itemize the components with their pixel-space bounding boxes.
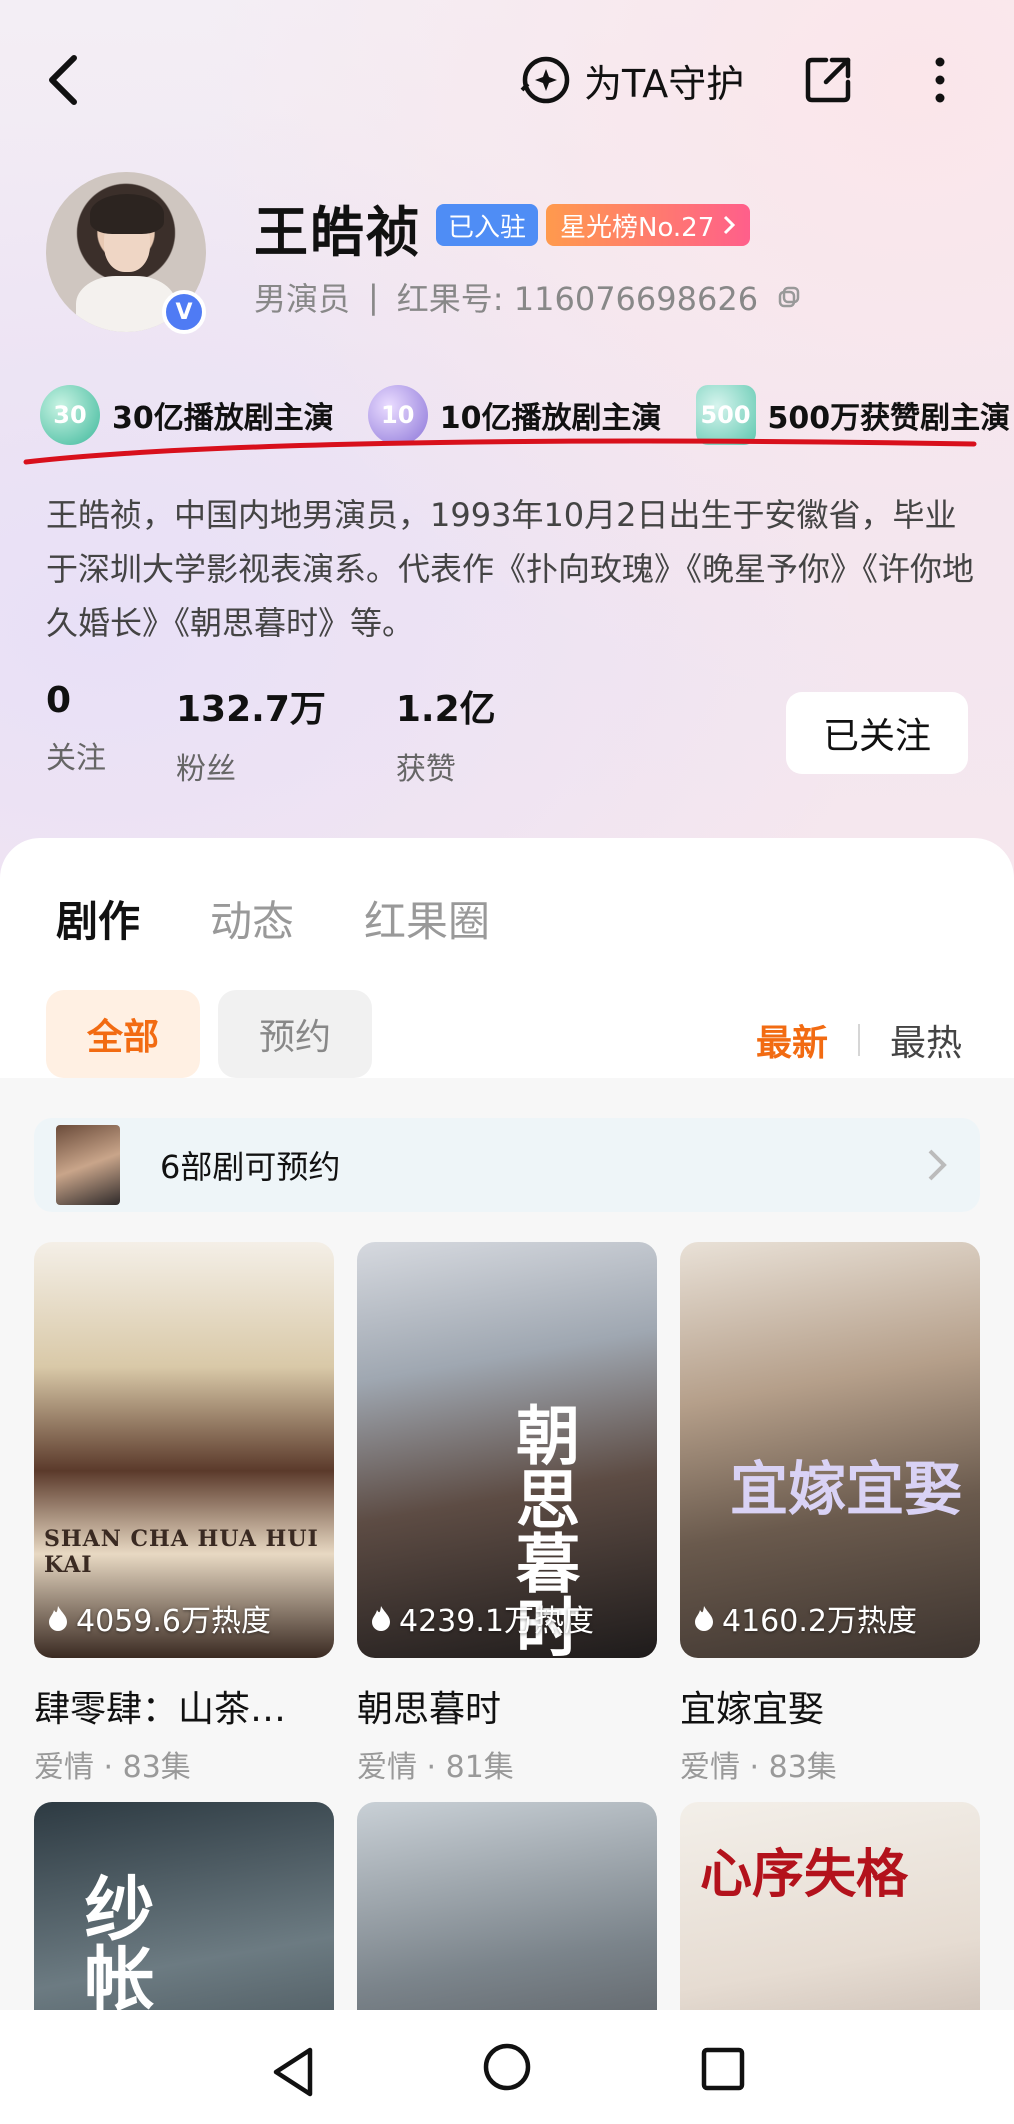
sort-hottest[interactable]: 最热: [890, 1014, 962, 1066]
drama-title[interactable]: 宜嫁宜娶: [680, 1680, 980, 1732]
heat-value: 4239.1万热度: [399, 1604, 594, 1639]
stat-label: 获赞: [395, 752, 456, 787]
drama-poster[interactable]: 朝思暮时 4239.1万热度: [357, 1242, 657, 1658]
profile-role: 男演员: [254, 280, 351, 318]
drama-meta: 爱情 · 83集: [680, 1750, 837, 1785]
tab-circle[interactable]: 红果圈: [364, 888, 490, 949]
content-tabs: 剧作 动态 红果圈: [56, 888, 490, 949]
sort-toggle: 最新 最热: [756, 1014, 962, 1066]
reserve-thumbnail: [56, 1125, 120, 1205]
share-icon[interactable]: [802, 54, 854, 106]
stat-following[interactable]: 0 关注: [46, 680, 106, 788]
top-bar: 为TA守护: [0, 40, 1014, 120]
tab-works[interactable]: 剧作: [56, 888, 140, 949]
flame-icon: [49, 1606, 67, 1631]
heat-value: 4160.2万热度: [722, 1604, 917, 1639]
drama-card[interactable]: SHAN CHA HUA HUI KAI 4059.6万热度 肆零肆：山茶… 爱…: [34, 1242, 334, 1786]
nav-back-icon[interactable]: [270, 2046, 316, 2098]
stat-label: 关注: [46, 741, 106, 776]
avatar-hair: [90, 194, 164, 234]
heat-indicator: 4160.2万热度: [694, 1596, 917, 1640]
filter-chips: 全部 预约: [46, 990, 372, 1078]
more-options-icon[interactable]: [920, 54, 960, 106]
profile-subline: 男演员 | 红果号: 116076698626: [254, 274, 802, 320]
drama-title[interactable]: 肆零肆：山茶…: [34, 1680, 334, 1732]
profile-name: 王皓祯: [254, 201, 422, 264]
flame-icon: [372, 1606, 390, 1631]
stat-value: 132.7万: [176, 689, 326, 730]
poster-title-text: 心序失格: [700, 1844, 909, 1905]
drama-meta: 爱情 · 83集: [34, 1750, 191, 1785]
subline-divider: |: [368, 278, 379, 316]
poster-title-text: 宜嫁宜娶: [730, 1455, 963, 1523]
guard-label: 为TA守护: [584, 61, 745, 106]
sort-divider: [858, 1024, 861, 1056]
joined-badge: 已入驻: [436, 204, 539, 246]
nav-recent-apps-icon[interactable]: [700, 2046, 746, 2092]
guard-button[interactable]: 为TA守护: [520, 52, 744, 108]
guard-icon: [520, 56, 570, 104]
verified-badge-icon: V: [162, 290, 206, 334]
stat-value: 1.2亿: [395, 689, 496, 730]
poster-title-text: SHAN CHA HUA HUI KAI: [44, 1526, 319, 1578]
flame-icon: [695, 1606, 713, 1631]
stat-fans[interactable]: 132.7万 粉丝: [176, 680, 326, 788]
filter-all-chip[interactable]: 全部: [46, 990, 200, 1078]
chevron-right-icon: [724, 215, 736, 235]
drama-poster[interactable]: 宜嫁宜娶 4160.2万热度: [680, 1242, 980, 1658]
poster-title-text: 纱帐: [73, 1872, 156, 2012]
stat-likes: 1.2亿 获赞: [396, 680, 496, 788]
sort-newest[interactable]: 最新: [756, 1014, 828, 1066]
drama-card[interactable]: 朝思暮时 4239.1万热度 朝思暮时 爱情 · 81集: [357, 1242, 657, 1786]
copy-icon[interactable]: [776, 284, 802, 310]
drama-card[interactable]: 宜嫁宜娶 4160.2万热度 宜嫁宜娶 爱情 · 83集: [680, 1242, 980, 1786]
nav-home-icon[interactable]: [482, 2042, 532, 2092]
reserve-banner-label: 6部剧可预约: [160, 1148, 341, 1186]
tab-moments[interactable]: 动态: [210, 888, 294, 949]
heat-value: 4059.6万热度: [76, 1604, 271, 1639]
profile-stats: 0 关注 132.7万 粉丝 1.2亿 获赞: [46, 680, 496, 788]
follow-button[interactable]: 已关注: [786, 692, 968, 774]
avatar-shirt: [76, 276, 176, 332]
chevron-right-icon: [928, 1149, 947, 1181]
heat-indicator: 4239.1万热度: [371, 1596, 594, 1640]
profile-bio: 王皓祯，中国内地男演员，1993年10月2日出生于安徽省，毕业于深圳大学影视表演…: [46, 496, 975, 642]
system-navigation-bar: [0, 2010, 1014, 2124]
heat-indicator: 4059.6万热度: [48, 1596, 271, 1640]
red-annotation-underline: [23, 438, 977, 465]
stat-label: 粉丝: [176, 752, 236, 787]
drama-poster[interactable]: SHAN CHA HUA HUI KAI 4059.6万热度: [34, 1242, 334, 1658]
profile-id: 红果号: 116076698626: [396, 280, 759, 318]
star-rank-label: 星光榜No.27: [560, 212, 715, 243]
stat-value: 0: [46, 680, 72, 721]
back-arrow-icon[interactable]: [40, 52, 90, 108]
reserve-banner[interactable]: 6部剧可预约: [34, 1118, 980, 1212]
star-rank-badge[interactable]: 星光榜No.27: [546, 204, 751, 246]
content-panel: 剧作 动态 红果圈 全部 预约 最新 最热 6部剧可预约 SHAN CHA HU…: [0, 838, 1014, 2124]
drama-title[interactable]: 朝思暮时: [357, 1680, 657, 1732]
drama-meta: 爱情 · 81集: [357, 1750, 514, 1785]
filter-reserve-chip[interactable]: 预约: [218, 990, 372, 1078]
